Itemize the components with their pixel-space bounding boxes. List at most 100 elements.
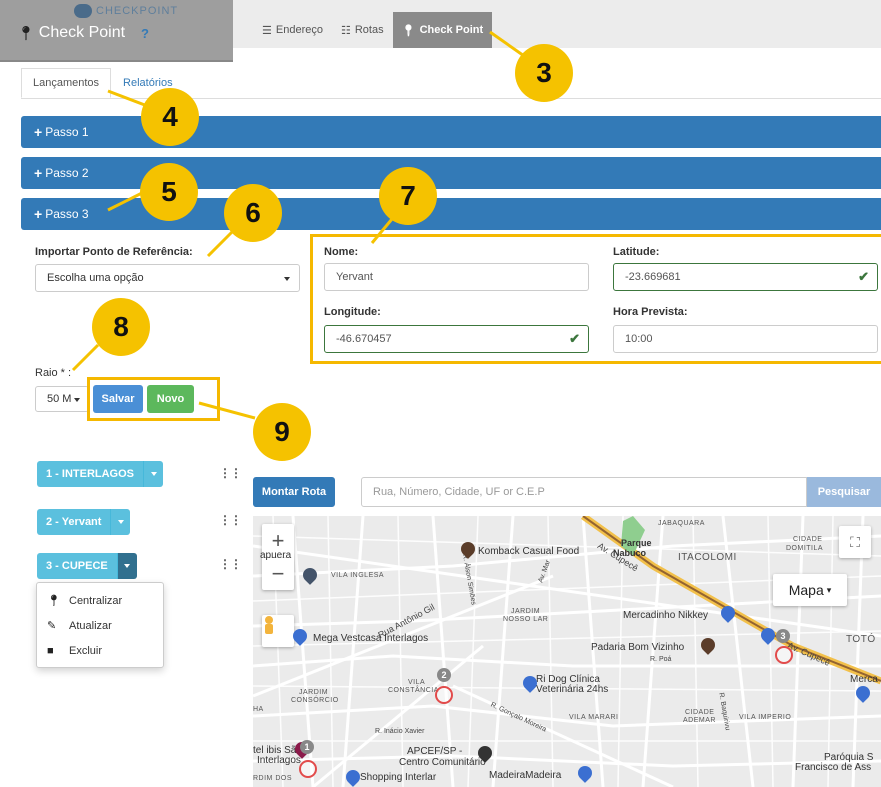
nome-value: Yervant [336,271,373,283]
plus-icon: + [34,165,43,181]
chevron-down-icon [150,472,157,476]
pesquisar-button[interactable]: Pesquisar [807,477,881,507]
route-item-3[interactable]: 3 - CUPECE [37,553,137,579]
panel-title: Passo 3 [45,207,89,221]
logo-text: CHECKPOINT [96,5,179,17]
menu-item-label: Atualizar [69,619,112,632]
route-button[interactable]: 1 - INTERLAGOS [37,461,144,487]
route-dropdown-toggle[interactable] [116,553,137,579]
map-label: CONSTÂNCIA [388,687,439,694]
drag-handle-icon[interactable]: ⋮⋮ [219,557,242,571]
list-icon: ☰ [262,24,272,37]
panel-title: Passo 1 [45,125,89,139]
map-label: CIDADE [685,709,715,716]
montar-rota-button[interactable]: Montar Rota [253,477,335,507]
nav-tab-endereco[interactable]: ☰ Endereço [253,12,332,48]
zoom-out-button[interactable]: − [262,557,294,590]
route-button[interactable]: 3 - CUPECE [37,553,117,579]
menu-item-label: Excluir [69,644,103,657]
map-label: Merca [850,674,878,685]
callout-6: 6 [224,184,282,242]
map-label: CONSÓRCIO [291,697,339,704]
map-type-select[interactable]: Mapa ▾ [773,574,847,606]
map-label: Komback Casual Food [478,546,580,557]
map-label: DOMITILA [786,545,824,552]
map-label: Shopping Interlar [360,772,437,783]
route-button[interactable]: 2 - Yervant [37,509,111,535]
map-label: HA [253,706,264,713]
route-dropdown-toggle[interactable] [143,461,164,487]
map-label: VILA [408,679,426,686]
map-label: Mercadinho Nikkey [623,610,709,621]
route-item-2[interactable]: 2 - Yervant [37,509,131,535]
nav-tab-label: Endereço [275,24,323,36]
plus-icon: + [34,206,43,222]
route-marker-number: 3 [776,629,790,643]
fullscreen-icon[interactable]: ⛶ [839,526,871,558]
nav-tab-label: Check Point [419,24,484,36]
map-pin-icon: 📍︎ [47,595,61,607]
longitude-value: -46.670457 [336,333,392,345]
route-marker-1[interactable] [299,760,317,778]
callout-3: 3 [515,44,573,102]
import-label: Importar Ponto de Referência: [35,246,193,258]
edit-icon: ✎ [47,620,57,632]
import-select[interactable]: Escolha uma opção [35,264,300,292]
map-label: Interlagos [257,755,301,766]
route-dropdown-menu: 📍︎ Centralizar ✎ Atualizar ■ Excluir [36,582,164,668]
raio-select[interactable]: 50 M [35,386,89,412]
map-label: Centro Comunitário [399,757,486,768]
novo-button[interactable]: Novo [147,385,194,413]
chevron-down-icon [74,398,80,402]
latitude-input[interactable]: -23.669681 ✔ [613,263,878,291]
nav-tab-check-point[interactable]: 📍︎ Check Point [392,12,493,48]
salvar-button[interactable]: Salvar [93,385,143,413]
callout-7: 7 [379,167,437,225]
raio-value: 50 M [47,393,72,405]
map-canvas[interactable]: + − ⛶ Mapa ▾ JABAQUARA Parque Nabuco ITA… [253,516,881,787]
menu-item-atualizar[interactable]: ✎ Atualizar [37,613,163,638]
hora-value: 10:00 [625,333,653,345]
longitude-input[interactable]: -46.670457 ✔ [324,325,589,353]
map-label: JARDIM [511,608,541,615]
chevron-down-icon [124,564,131,568]
drag-handle-icon[interactable]: ⋮⋮ [219,513,242,527]
latitude-label: Latitude: [613,246,660,258]
route-dropdown-toggle[interactable] [110,509,131,535]
nome-label: Nome: [324,246,359,258]
map-label: R. Inácio Xavier [375,728,425,735]
map-label: ADEMAR [683,717,716,724]
trash-icon: ■ [47,644,54,657]
chevron-down-icon: ▾ [826,584,832,595]
street-view-pegman-icon[interactable] [262,615,294,647]
address-search-input[interactable]: Rua, Número, Cidade, UF or C.E.P [361,477,807,507]
menu-item-label: Centralizar [69,594,123,607]
drag-handle-icon[interactable]: ⋮⋮ [219,466,242,480]
nav-tab-label: Rotas [354,24,384,36]
map-label: Padaria Bom Vizinho [591,642,685,653]
hora-input[interactable]: 10:00 [613,325,878,353]
tab-lancamentos[interactable]: Lançamentos [21,68,112,98]
menu-item-excluir[interactable]: ■ Excluir [37,638,163,663]
route-marker-3[interactable] [775,646,793,664]
search-placeholder: Rua, Número, Cidade, UF or C.E.P [373,486,545,498]
map-label: MadeiraMadeira [489,770,562,781]
logo-icon [74,4,92,18]
map-label: CIDADE [793,536,823,543]
map-label: VILA IMPERIO [739,714,792,721]
map-label: JABAQUARA [658,520,705,527]
nome-input[interactable]: Yervant [324,263,589,291]
route-item-1[interactable]: 1 - INTERLAGOS [37,461,164,487]
main-nav: ☰ Endereço ☷ Rotas 📍︎ Check Point [253,12,493,48]
map-type-label: Mapa [788,582,824,598]
menu-item-centralizar[interactable]: 📍︎ Centralizar [37,588,163,613]
map-pin-icon: 📍︎ [401,24,416,37]
help-icon[interactable]: ? [141,26,149,41]
callout-8: 8 [92,298,150,356]
raio-label: Raio * : [35,367,72,379]
route-marker-number: 1 [300,740,314,754]
map-label: ITACOLOMI [678,552,737,563]
nav-tab-rotas[interactable]: ☷ Rotas [332,12,393,48]
route-marker-number: 2 [437,668,451,682]
route-marker-2[interactable] [435,686,453,704]
